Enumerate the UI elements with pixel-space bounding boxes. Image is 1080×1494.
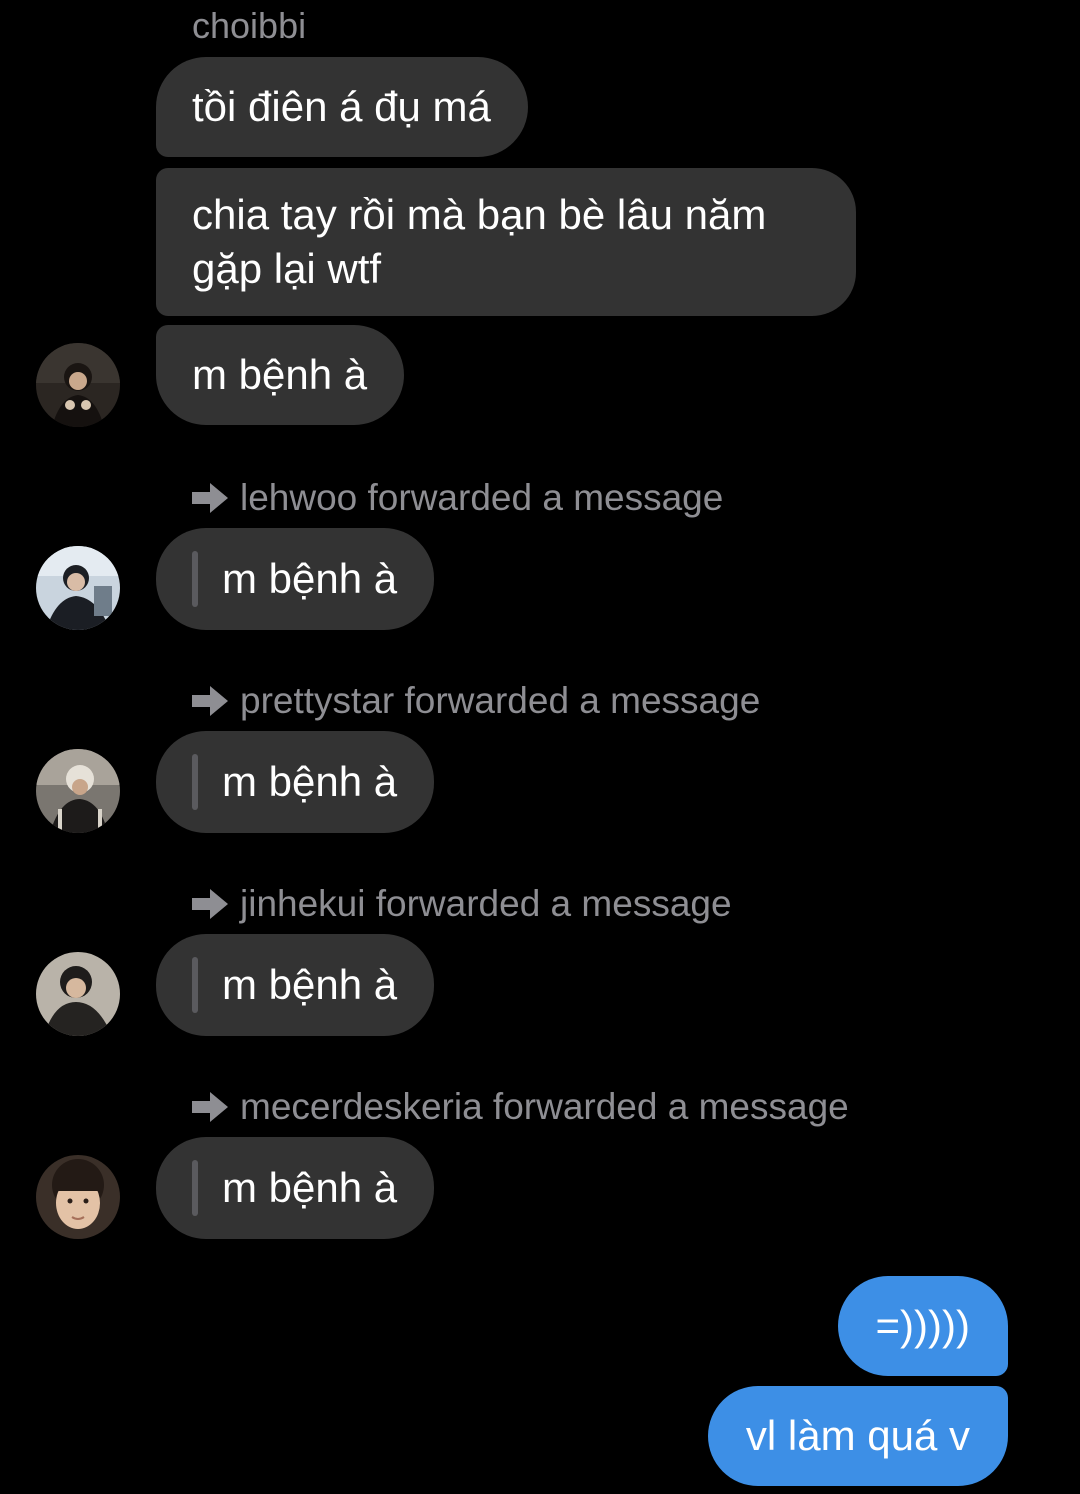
message-text: tồi điên á đụ má [192, 83, 491, 130]
sender-avatar[interactable] [36, 343, 120, 427]
forward-arrow-icon [192, 889, 228, 919]
user-avatar-icon [36, 952, 120, 1036]
message-text: m bệnh à [222, 758, 398, 805]
sender-name: choibbi [192, 5, 307, 46]
sender-avatar[interactable] [36, 952, 120, 1036]
message-text: m bệnh à [222, 1164, 398, 1211]
sent-message-bubble[interactable]: vl làm quá v [707, 1386, 1008, 1486]
sender-avatar[interactable] [36, 749, 120, 833]
forward-arrow-icon [192, 483, 228, 513]
forward-quote-bar [192, 551, 198, 607]
message-bubble[interactable]: chia tay rồi mà bạn bè lâu năm gặp lại w… [156, 168, 856, 316]
message-text: m bệnh à [222, 555, 398, 602]
forward-label-text: lehwoo forwarded a message [240, 477, 724, 518]
forward-label: lehwoo forwarded a message [190, 476, 723, 520]
forwarded-message-bubble[interactable]: m bệnh à [156, 528, 435, 630]
forward-arrow-icon [192, 686, 228, 716]
forwarded-message-bubble[interactable]: m bệnh à [156, 1137, 435, 1239]
message-text: m bệnh à [222, 961, 398, 1008]
message-text: vl làm quá v [745, 1412, 970, 1459]
forward-label-text: prettystar forwarded a message [240, 680, 761, 721]
message-text: chia tay rồi mà bạn bè lâu năm gặp lại w… [192, 191, 767, 292]
sender-avatar[interactable] [36, 546, 120, 630]
forward-quote-bar [192, 1160, 198, 1216]
forward-quote-bar [192, 957, 198, 1013]
message-bubble[interactable]: m bệnh à [156, 325, 405, 425]
user-avatar-icon [36, 749, 120, 833]
forward-label: jinhekui forwarded a message [190, 882, 732, 926]
forward-label-text: jinhekui forwarded a message [240, 883, 732, 924]
forwarded-message-bubble[interactable]: m bệnh à [156, 934, 435, 1036]
forward-label-text: mecerdeskeria forwarded a message [240, 1086, 849, 1127]
sender-avatar[interactable] [36, 1155, 120, 1239]
sent-message-bubble[interactable]: =))))) [837, 1276, 1008, 1376]
forwarded-message-bubble[interactable]: m bệnh à [156, 731, 435, 833]
message-text: m bệnh à [192, 351, 368, 398]
user-avatar-icon [36, 546, 120, 630]
message-bubble[interactable]: tồi điên á đụ má [156, 57, 528, 157]
forward-label: mecerdeskeria forwarded a message [190, 1085, 849, 1129]
forward-quote-bar [192, 754, 198, 810]
user-avatar-icon [36, 1155, 120, 1239]
forward-arrow-icon [192, 1092, 228, 1122]
message-text: =))))) [875, 1302, 970, 1349]
forward-label: prettystar forwarded a message [190, 679, 760, 723]
user-avatar-icon [36, 343, 120, 427]
